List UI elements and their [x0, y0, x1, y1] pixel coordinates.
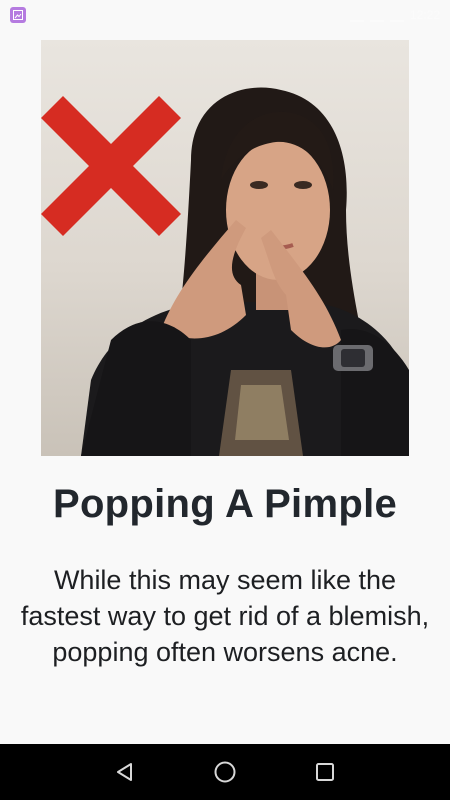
status-bar: 12:22 [0, 0, 450, 30]
tip-title: Popping A Pimple [52, 482, 398, 526]
signal-icon [349, 8, 364, 22]
status-indicators: 12:22 [349, 7, 440, 23]
recents-square-icon[interactable] [310, 757, 340, 787]
wifi-icon [369, 8, 384, 22]
home-circle-icon[interactable] [210, 757, 240, 787]
navigation-bar [0, 744, 450, 800]
image-icon [10, 7, 26, 23]
back-triangle-icon[interactable] [110, 757, 140, 787]
tip-description: While this may seem like the fastest way… [20, 565, 430, 667]
hero-image [41, 40, 409, 456]
battery-icon [389, 8, 404, 22]
status-time: 12:22 [409, 8, 440, 22]
